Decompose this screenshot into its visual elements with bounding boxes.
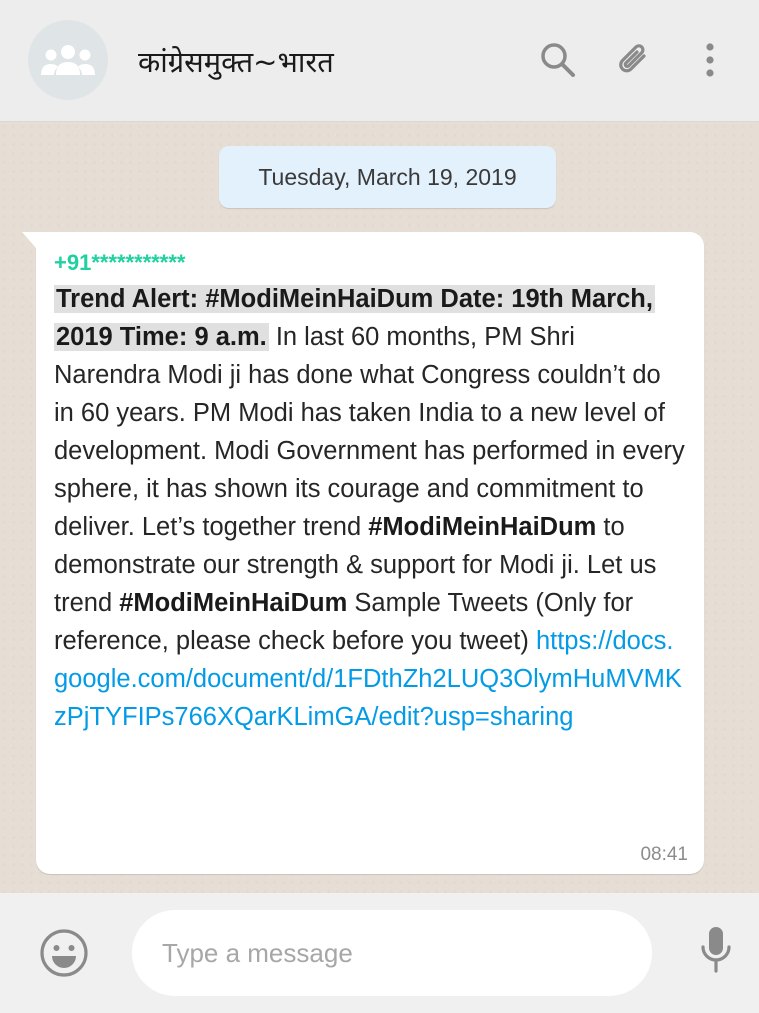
group-title[interactable]: कांग्रेसमुक्त~भारत bbox=[138, 42, 334, 81]
group-avatar-icon bbox=[41, 45, 95, 75]
composer-bar bbox=[0, 893, 759, 1013]
paperclip-icon bbox=[619, 44, 646, 73]
group-avatar[interactable] bbox=[28, 20, 108, 100]
chat-header: कांग्रेसमुक्त~भारत bbox=[0, 0, 759, 122]
message-sender[interactable]: +91*********** bbox=[54, 250, 686, 280]
date-chip: Tuesday, March 19, 2019 bbox=[219, 146, 556, 208]
date-label: Tuesday, March 19, 2019 bbox=[258, 163, 517, 190]
search-icon bbox=[541, 43, 575, 77]
more-vertical-icon bbox=[706, 43, 714, 77]
mic-button[interactable] bbox=[694, 923, 738, 979]
microphone-icon bbox=[701, 927, 731, 973]
message-input[interactable] bbox=[132, 910, 652, 996]
message-text-1: In last 60 months, PM Shri Narendra Modi… bbox=[54, 323, 685, 541]
message-time: 08:41 bbox=[640, 844, 688, 865]
message-hashtag-2: #ModiMeinHaiDum bbox=[119, 589, 348, 617]
emoji-icon bbox=[40, 929, 88, 977]
message-body: Trend Alert: #ModiMeinHaiDum Date: 19th … bbox=[54, 280, 686, 736]
chat-area[interactable]: Tuesday, March 19, 2019 +91*********** T… bbox=[0, 122, 759, 893]
search-button[interactable] bbox=[536, 38, 580, 82]
message-hashtag-1: #ModiMeinHaiDum bbox=[368, 513, 597, 541]
bubble-tail bbox=[22, 232, 36, 248]
menu-button[interactable] bbox=[688, 38, 732, 82]
message-bubble[interactable]: +91*********** Trend Alert: #ModiMeinHai… bbox=[22, 232, 704, 874]
attach-button[interactable] bbox=[612, 38, 656, 82]
emoji-button[interactable] bbox=[38, 927, 90, 979]
